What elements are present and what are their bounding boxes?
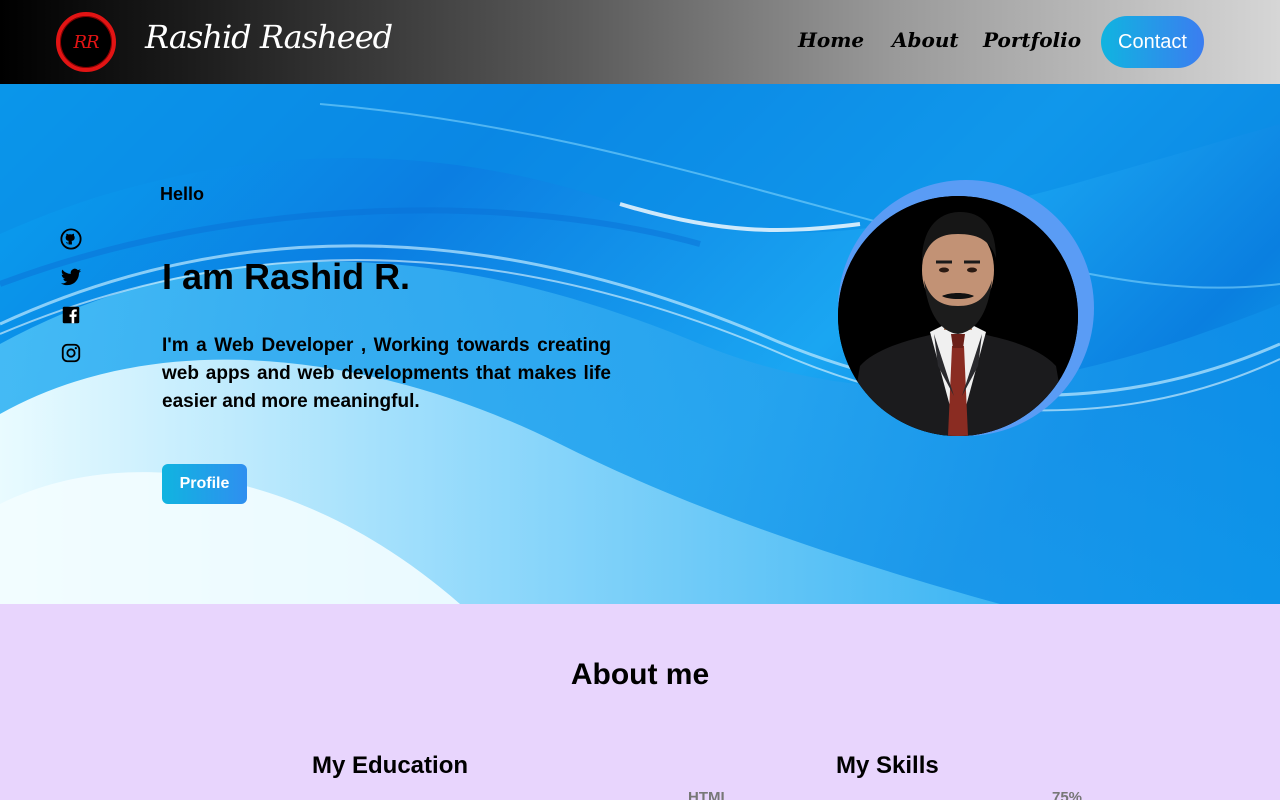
profile-button[interactable]: Profile [162,464,247,504]
nav-about[interactable]: About [892,28,959,52]
nav-home[interactable]: Home [798,28,864,52]
brand-name[interactable]: Rashid Rasheed [145,18,393,56]
education-title: My Education [312,752,469,779]
profile-photo [838,196,1078,436]
skill-name: HTML [688,789,730,800]
contact-button[interactable]: Contact [1101,16,1204,68]
logo-text: RR [73,32,99,53]
nav-portfolio[interactable]: Portfolio [983,28,1081,52]
twitter-icon[interactable] [60,266,82,288]
site-header: RR Rashid Rasheed Home About Portfolio C… [0,0,1280,84]
logo[interactable]: RR [56,12,116,72]
hero-section: Hello I am Rashid R. I'm a Web Developer… [0,84,1280,604]
about-title: About me [570,658,710,691]
hero-title: I am Rashid R. [162,256,411,297]
instagram-icon[interactable] [60,342,82,364]
hero-greeting: Hello [160,184,205,204]
skills-title: My Skills [836,752,939,779]
skill-percent: 75% [1052,789,1083,800]
facebook-icon[interactable] [60,304,82,326]
github-icon[interactable] [60,228,82,250]
profile-photo-portrait [838,196,1078,436]
hero-description: I'm a Web Developer , Working towards cr… [162,335,611,412]
